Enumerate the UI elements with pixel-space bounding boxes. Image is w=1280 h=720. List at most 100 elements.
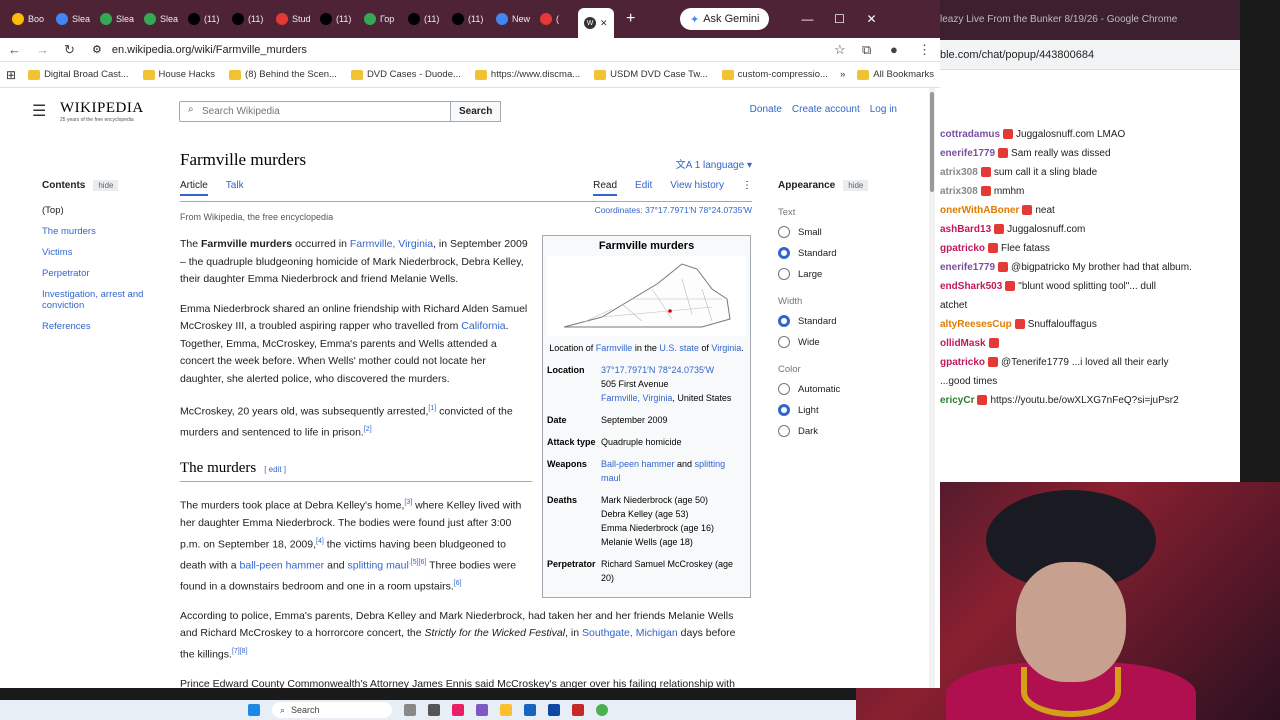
reload-icon[interactable]: ↻ — [64, 42, 78, 58]
bookmark-item[interactable]: USDM DVD Case Tw... — [594, 69, 708, 80]
citation-7-8[interactable]: [7][8] — [232, 648, 248, 655]
toc-item[interactable]: Investigation, arrest and conviction — [42, 289, 152, 311]
bookmark-item[interactable]: DVD Cases - Duode... — [350, 69, 461, 80]
chat-username[interactable]: enerife1779 — [940, 148, 995, 159]
close-window-button[interactable]: ✕ — [855, 12, 887, 26]
citation-4[interactable]: [4] — [316, 538, 324, 545]
taskbar-search[interactable]: ⌕ Search — [272, 702, 392, 718]
radio-option[interactable]: Standard — [778, 315, 888, 327]
create-account-link[interactable]: Create account — [792, 104, 860, 115]
tools-dots-icon[interactable]: ⋮ — [742, 180, 752, 196]
menu-dots-icon[interactable]: ⋮ — [918, 42, 932, 58]
chat-username[interactable]: endShark503 — [940, 281, 1002, 292]
toc-item[interactable]: Victims — [42, 247, 152, 258]
california-link[interactable]: California — [461, 320, 505, 332]
chat-username[interactable]: onerWithABoner — [940, 205, 1019, 216]
close-icon[interactable]: ✕ — [600, 18, 608, 29]
browser-tab[interactable]: (11) — [446, 5, 490, 33]
chat-username[interactable]: gpatricko — [940, 357, 985, 368]
teams-icon[interactable] — [476, 704, 488, 716]
browser-tab[interactable]: Slea — [50, 5, 94, 33]
appearance-hide-button[interactable]: hide — [843, 180, 869, 191]
tab-active-wikipedia[interactable]: W ✕ — [578, 8, 614, 38]
caption-farmville-link[interactable]: Farmville — [596, 343, 633, 353]
browser-tab[interactable]: ( — [534, 5, 578, 33]
radio-option[interactable]: Light — [778, 404, 888, 416]
chat-username[interactable]: gpatricko — [940, 243, 985, 254]
location-place-link[interactable]: Farmville, Virginia — [601, 393, 672, 403]
radio-button[interactable] — [778, 247, 790, 259]
tab-view-history[interactable]: View history — [670, 180, 724, 196]
toc-item[interactable]: Perpetrator — [42, 268, 152, 279]
browser-tab[interactable]: Slea — [94, 5, 138, 33]
toc-item[interactable]: The murders — [42, 226, 152, 237]
browser-tab[interactable]: (11) — [314, 5, 358, 33]
browser-tab[interactable]: Slea — [138, 5, 182, 33]
radio-option[interactable]: Small — [778, 226, 888, 238]
chat-username[interactable]: ericyCr — [940, 395, 974, 406]
radio-button[interactable] — [778, 404, 790, 416]
bookmark-item[interactable]: https://www.discma... — [474, 69, 580, 80]
radio-button[interactable] — [778, 226, 790, 238]
bookmark-item[interactable]: Digital Broad Cast... — [28, 69, 129, 80]
tab-article[interactable]: Article — [180, 180, 208, 196]
citation-5-6[interactable]: .[5][6] — [409, 559, 427, 566]
browser-tab[interactable]: Гор — [358, 5, 402, 33]
radio-option[interactable]: Standard — [778, 247, 888, 259]
tab-read[interactable]: Read — [593, 180, 618, 196]
caption-virginia-link[interactable]: Virginia — [711, 343, 741, 353]
bookmark-item[interactable]: House Hacks — [142, 69, 215, 80]
back-arrow-icon[interactable]: ← — [8, 42, 22, 57]
radio-option[interactable]: Large — [778, 268, 888, 280]
ask-gemini-button[interactable]: ✦ Ask Gemini — [680, 8, 770, 30]
address-bar[interactable]: ⚙ en.wikipedia.org/wiki/Farmville_murder… — [92, 43, 820, 57]
radio-button[interactable] — [778, 315, 790, 327]
radio-option[interactable]: Automatic — [778, 383, 888, 395]
toc-item[interactable]: (Top) — [42, 205, 152, 216]
radio-button[interactable] — [778, 383, 790, 395]
radio-option[interactable]: Dark — [778, 425, 888, 437]
edge-icon[interactable] — [524, 704, 536, 716]
chat-username[interactable]: enerife1779 — [940, 262, 995, 273]
bookmark-star-icon[interactable]: ☆ — [834, 42, 848, 58]
citation-2[interactable]: [2] — [364, 426, 372, 433]
minimize-button[interactable]: — — [791, 12, 823, 26]
southgate-michigan-link[interactable]: Southgate, Michigan — [582, 627, 678, 639]
chrome-icon[interactable] — [596, 704, 608, 716]
chat-username[interactable]: ollidMask — [940, 338, 986, 349]
file-explorer-icon[interactable] — [500, 704, 512, 716]
radio-option[interactable]: Wide — [778, 336, 888, 348]
browser-tab[interactable]: (11) — [182, 5, 226, 33]
terminal-icon[interactable] — [428, 704, 440, 716]
hamburger-menu-icon[interactable]: ☰ — [32, 101, 52, 121]
scrollbar-thumb[interactable] — [930, 92, 934, 192]
tab-talk[interactable]: Talk — [226, 180, 244, 196]
extensions-icon[interactable]: ⧉ — [862, 42, 876, 58]
browser-tab[interactable]: New — [490, 5, 534, 33]
all-bookmarks-button[interactable]: All Bookmarks — [857, 69, 934, 80]
bookmark-item[interactable]: (8) Behind the Scen... — [229, 69, 337, 80]
language-button[interactable]: 文A 1 language ▾ — [676, 156, 752, 171]
citation-3[interactable]: [3] — [404, 499, 412, 506]
browser-tab[interactable]: (11) — [226, 5, 270, 33]
chat-username[interactable]: altyReesesCup — [940, 319, 1012, 330]
browser-tab[interactable]: (11) — [402, 5, 446, 33]
location-map[interactable] — [547, 256, 746, 336]
toc-hide-button[interactable]: hide — [93, 180, 119, 191]
ball-peen-hammer-link[interactable]: ball-peen hammer — [240, 559, 325, 571]
search-input[interactable] — [179, 100, 451, 122]
chat-username[interactable]: cottradamus — [940, 129, 1000, 140]
donate-link[interactable]: Donate — [750, 104, 782, 115]
chevron-right-icon[interactable]: » — [840, 69, 845, 80]
location-coords-link[interactable]: 37°17.7971′N 78°24.0735′W — [601, 365, 714, 375]
splitting-maul-link[interactable]: splitting maul — [348, 559, 409, 571]
radio-button[interactable] — [778, 336, 790, 348]
radio-button[interactable] — [778, 268, 790, 280]
tab-edit[interactable]: Edit — [635, 180, 652, 196]
task-view-icon[interactable] — [404, 704, 416, 716]
forward-arrow-icon[interactable]: → — [36, 42, 50, 57]
section-edit-link[interactable]: [ edit ] — [264, 465, 286, 474]
toc-item[interactable]: References — [42, 321, 152, 332]
chat-username[interactable]: ashBard13 — [940, 224, 991, 235]
browser-tab[interactable]: Stud — [270, 5, 314, 33]
